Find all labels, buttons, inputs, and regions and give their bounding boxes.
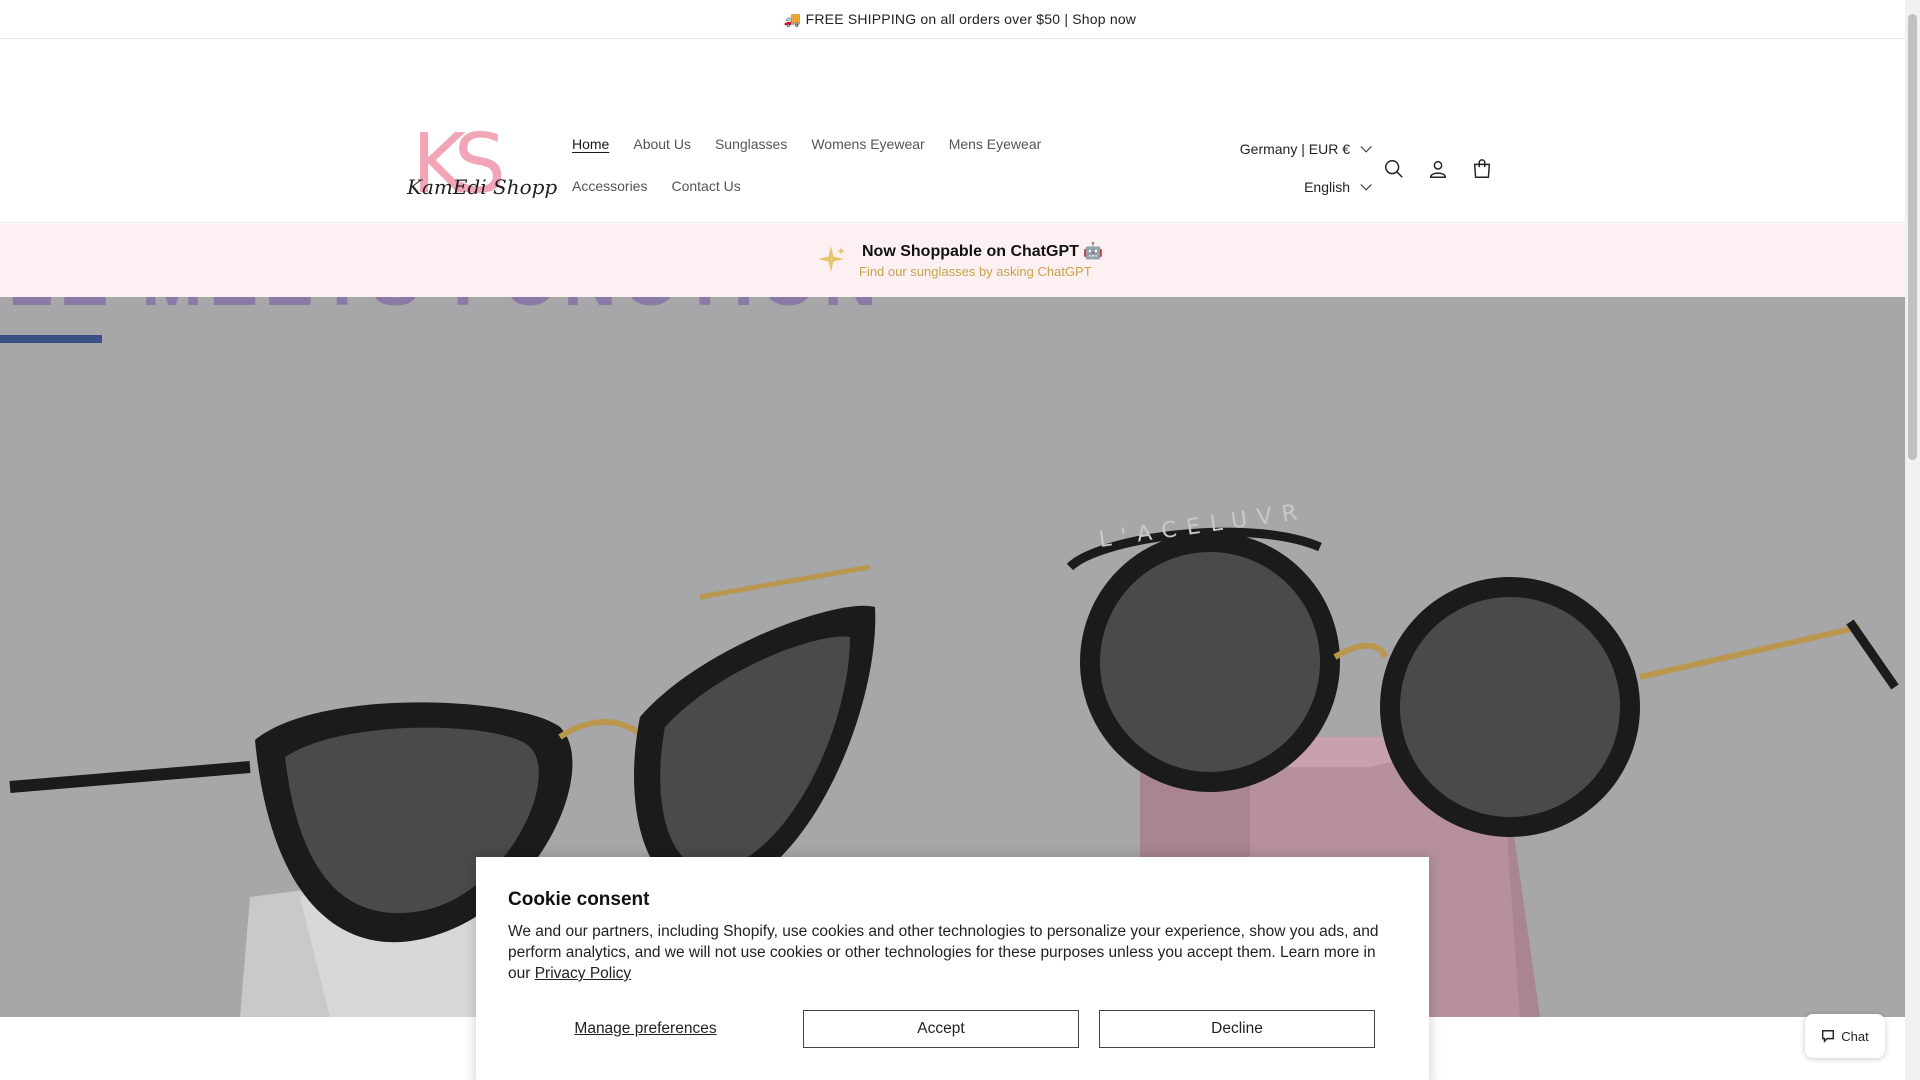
privacy-policy-link[interactable]: Privacy Policy <box>535 965 631 982</box>
logo-script-text: KamEdi Shopp <box>407 175 558 199</box>
nav-about-us[interactable]: About Us <box>633 134 691 154</box>
nav-mens-eyewear[interactable]: Mens Eyewear <box>949 134 1042 154</box>
manage-preferences-link[interactable]: Manage preferences <box>508 1020 783 1038</box>
account-icon[interactable] <box>1426 157 1450 181</box>
promo-title: Now Shoppable on ChatGPT 🤖 <box>862 243 1104 260</box>
nav-womens-eyewear[interactable]: Womens Eyewear <box>811 134 924 154</box>
announcement-bar[interactable]: 🚚 FREE SHIPPING on all orders over $50 |… <box>0 0 1920 39</box>
main-nav: Home About Us Sunglasses Womens Eyewear … <box>572 134 1152 196</box>
chevron-down-icon <box>1360 141 1372 153</box>
chat-button[interactable]: Chat <box>1805 1014 1885 1058</box>
cookie-title: Cookie consent <box>508 889 650 910</box>
decline-button[interactable]: Decline <box>1099 1010 1375 1048</box>
chat-label: Chat <box>1841 1028 1869 1044</box>
chat-bubble-icon <box>1822 1030 1835 1043</box>
nav-sunglasses[interactable]: Sunglasses <box>715 134 787 154</box>
cookie-body: We and our partners, including Shopify, … <box>508 921 1398 984</box>
nav-home[interactable]: Home <box>572 134 609 154</box>
language-selector[interactable]: English <box>1304 179 1372 195</box>
promo-subtitle: Find our sunglasses by asking ChatGPT <box>859 264 1092 279</box>
sparkle-icon <box>818 246 845 272</box>
site-header: KS KamEdi Shopp Home About Us Sunglasses… <box>0 39 1920 223</box>
header-icons <box>1382 157 1494 181</box>
country-label: Germany | EUR € <box>1239 141 1350 157</box>
cookie-body-text: We and our partners, including Shopify, … <box>508 923 1379 982</box>
nav-contact-us[interactable]: Contact Us <box>671 176 740 196</box>
accept-button[interactable]: Accept <box>803 1010 1079 1048</box>
announcement-text[interactable]: 🚚 FREE SHIPPING on all orders over $50 |… <box>784 11 1136 28</box>
scrollbar-thumb[interactable] <box>1908 14 1917 460</box>
language-label: English <box>1304 179 1350 195</box>
chatgpt-promo-banner[interactable]: Now Shoppable on ChatGPT 🤖 Find our sung… <box>0 224 1905 297</box>
chevron-down-icon <box>1360 179 1372 191</box>
store-logo[interactable]: KS KamEdi Shopp <box>402 117 557 223</box>
cart-icon[interactable] <box>1470 157 1494 181</box>
cookie-actions: Manage preferences Accept Decline <box>508 1010 1377 1048</box>
cookie-consent-dialog: Cookie consent We and our partners, incl… <box>476 857 1429 1080</box>
search-icon[interactable] <box>1382 157 1406 181</box>
nav-accessories[interactable]: Accessories <box>572 176 647 196</box>
page-scrollbar[interactable] <box>1905 0 1920 1080</box>
country-selector[interactable]: Germany | EUR € <box>1239 141 1372 157</box>
